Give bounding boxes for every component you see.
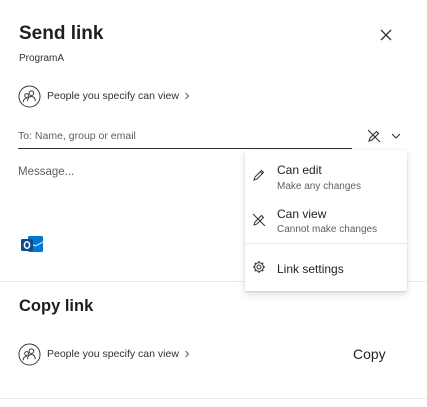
people-icon (18, 84, 41, 108)
menu-item-link-settings[interactable]: Link settings (245, 250, 407, 286)
copy-button[interactable]: Copy (353, 346, 386, 362)
recipient-input[interactable] (18, 127, 338, 145)
copy-link-heading: Copy link (19, 297, 94, 315)
gear-icon (253, 261, 265, 273)
file-name: ProgramA (19, 53, 65, 64)
menu-item-label: Can view (277, 207, 327, 221)
menu-item-description: Make any changes (277, 181, 361, 192)
copy-permission-label: People you specify can view (47, 348, 179, 360)
menu-item-description: Cannot make changes (277, 224, 378, 235)
send-link-dialog: Send link ProgramA People you specify ca… (0, 0, 427, 407)
menu-item-can-edit[interactable]: Can edit Make any changes (245, 154, 407, 196)
menu-divider (245, 243, 407, 244)
recipient-field (18, 123, 352, 149)
no-edit-pencil-icon (367, 129, 381, 143)
pencil-icon (253, 169, 265, 181)
menu-item-label: Link settings (277, 262, 344, 276)
people-icon (18, 342, 41, 366)
menu-item-can-view[interactable]: Can view Cannot make changes (245, 200, 407, 242)
no-edit-pencil-icon (252, 213, 266, 227)
message-input[interactable] (18, 166, 238, 206)
chevron-right-icon (185, 92, 190, 100)
dialog-title: Send link (19, 23, 104, 44)
bottom-divider (0, 398, 427, 399)
close-icon[interactable] (376, 25, 396, 45)
send-permission-setting[interactable]: People you specify can view (18, 84, 190, 108)
chevron-right-icon (185, 350, 190, 358)
recipient-permission-dropdown[interactable] (366, 128, 404, 144)
menu-item-label: Can edit (277, 163, 322, 177)
outlook-icon[interactable] (20, 233, 44, 255)
permission-menu: Can edit Make any changes Can view Canno… (245, 150, 407, 291)
copy-permission-setting[interactable]: People you specify can view (18, 342, 190, 366)
chevron-down-icon (391, 133, 401, 139)
send-permission-label: People you specify can view (47, 90, 179, 102)
